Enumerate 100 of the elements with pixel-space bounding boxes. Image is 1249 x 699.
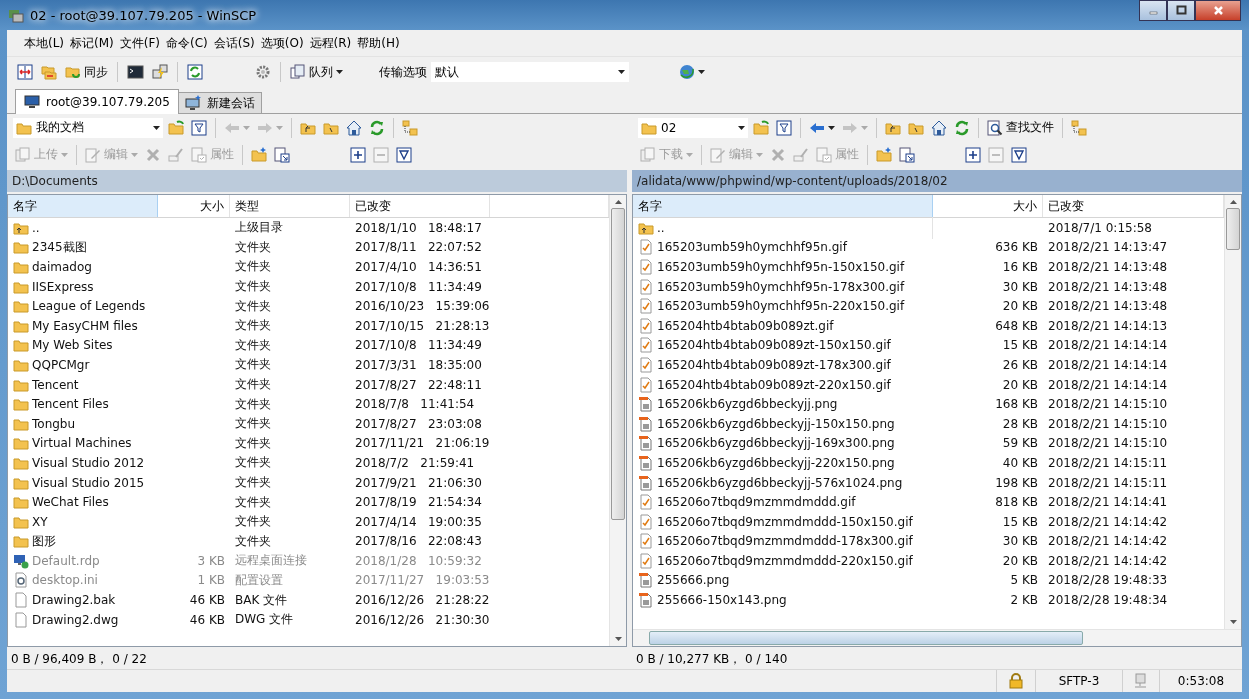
file-name[interactable]: 255666-150x143.png: [657, 593, 787, 608]
scrollbar-thumb[interactable]: [1226, 208, 1240, 250]
file-row[interactable]: 165204htb4btab09b089zt.gif 648 KB 2018/2/21 14:14:13: [633, 315, 1224, 336]
file-name[interactable]: 165203umb59h0ymchhf95n.gif: [657, 240, 847, 255]
vertical-scrollbar[interactable]: [1224, 195, 1241, 629]
file-name[interactable]: Tencent Files: [32, 397, 109, 412]
file-name[interactable]: 2345截图: [32, 238, 87, 256]
file-name[interactable]: QQPCMgr: [32, 357, 90, 372]
transfer-options-dropdown[interactable]: 默认: [431, 62, 629, 82]
file-name[interactable]: Drawing2.dwg: [32, 612, 119, 627]
column-header[interactable]: 类型: [230, 195, 350, 217]
file-row[interactable]: Visual Studio 2015 文件夹 2017/9/21 21:06:30: [8, 472, 609, 493]
menu-item[interactable]: 命令(C): [163, 34, 211, 52]
file-name[interactable]: 165206o7tbqd9mzmmdmddd.gif: [657, 495, 856, 510]
file-row[interactable]: IISExpress 文件夹 2017/10/8 11:34:49: [8, 276, 609, 297]
file-row[interactable]: 165203umb59h0ymchhf95n-150x150.gif 16 KB 2018/2/21 14:13:48: [633, 257, 1224, 277]
file-name[interactable]: IISExpress: [32, 279, 94, 294]
file-name[interactable]: 165204htb4btab09b089zt.gif: [657, 318, 834, 333]
horizontal-scrollbar[interactable]: [633, 629, 1241, 646]
menu-item[interactable]: 远程(R): [306, 34, 355, 52]
tree-button[interactable]: [400, 117, 420, 138]
file-name[interactable]: 165206kb6yzgd6bbeckyjj.png: [657, 397, 838, 412]
column-header[interactable]: 大小: [158, 195, 230, 217]
tree-button[interactable]: [1069, 117, 1089, 138]
file-row[interactable]: daimadog 文件夹 2017/4/10 14:36:51: [8, 257, 609, 277]
file-name[interactable]: 165206kb6yzgd6bbeckyjj-150x150.png: [657, 416, 895, 431]
file-row[interactable]: My EasyCHM files 文件夹 2017/10/15 21:28:13: [8, 315, 609, 336]
menu-item[interactable]: 会话(S): [210, 34, 258, 52]
file-row[interactable]: 165206o7tbqd9mzmmdmddd-178x300.gif 30 KB 2018/2/21 14:14:42: [633, 531, 1224, 552]
file-row[interactable]: Tencent 文件夹 2017/8/27 22:48:11: [8, 374, 609, 395]
file-row[interactable]: 255666.png 5 KB 2018/2/28 19:48:33: [633, 570, 1224, 591]
location-dropdown[interactable]: 我的文档: [13, 117, 163, 138]
shortcut-button[interactable]: [897, 144, 917, 165]
file-name[interactable]: 165206kb6yzgd6bbeckyjj-576x1024.png: [657, 475, 903, 490]
file-name[interactable]: Visual Studio 2015: [32, 475, 145, 490]
file-row[interactable]: 165203umb59h0ymchhf95n-178x300.gif 30 KB 2018/2/21 14:13:48: [633, 276, 1224, 297]
file-row[interactable]: 165206kb6yzgd6bbeckyjj-150x150.png 28 KB 2018/2/21 14:15:10: [633, 413, 1224, 434]
file-name[interactable]: desktop.ini: [32, 573, 98, 588]
file-name[interactable]: My EasyCHM files: [32, 318, 138, 333]
session-tab[interactable]: root@39.107.79.205: [15, 89, 179, 114]
file-row[interactable]: .. 上级目录 2018/1/10 18:48:17: [8, 218, 609, 238]
vertical-scrollbar[interactable]: [609, 195, 626, 646]
file-name[interactable]: Tongbu: [32, 416, 76, 431]
file-name[interactable]: 255666.png: [657, 573, 730, 588]
shortcut-button[interactable]: [272, 144, 292, 165]
file-name[interactable]: Tencent: [32, 377, 79, 392]
file-row[interactable]: QQPCMgr 文件夹 2017/3/31 18:35:00: [8, 355, 609, 375]
find-files-button[interactable]: 查找文件: [985, 117, 1056, 138]
file-name[interactable]: 165203umb59h0ymchhf95n-150x150.gif: [657, 260, 905, 274]
filter-button[interactable]: [189, 117, 209, 138]
refresh-button[interactable]: [185, 62, 205, 82]
file-row[interactable]: Tencent Files 文件夹 2018/7/8 11:41:54: [8, 394, 609, 414]
file-row[interactable]: Drawing2.bak 46 KB BAK 文件 2016/12/26 21:28:22: [8, 590, 609, 610]
file-row[interactable]: 165206kb6yzgd6bbeckyjj.png 168 KB 2018/2/21 14:15:10: [633, 394, 1224, 414]
filter-select-button[interactable]: [394, 144, 414, 165]
column-header[interactable]: 名字: [8, 195, 158, 217]
file-name[interactable]: ..: [32, 220, 40, 235]
file-row[interactable]: Tongbu 文件夹 2017/8/27 23:03:08: [8, 413, 609, 434]
file-name[interactable]: 165206o7tbqd9mzmmdmddd-178x300.gif: [657, 534, 913, 549]
column-header[interactable]: 大小: [933, 195, 1043, 217]
file-name[interactable]: 165204htb4btab09b089zt-178x300.gif: [657, 357, 891, 372]
file-name[interactable]: 图形: [32, 532, 56, 550]
file-row[interactable]: 165206kb6yzgd6bbeckyjj-576x1024.png 198 KB 2018/2/21 14:15:11: [633, 472, 1224, 493]
sync-button[interactable]: 同步: [63, 61, 110, 83]
file-row[interactable]: 165206o7tbqd9mzmmdmddd-150x150.gif 15 KB 2018/2/21 14:14:42: [633, 511, 1224, 532]
close-button[interactable]: [1195, 0, 1241, 21]
session-tab[interactable]: 新建会话: [177, 92, 262, 113]
file-row[interactable]: .. 2018/7/1 0:15:58: [633, 218, 1224, 238]
file-name[interactable]: 165203umb59h0ymchhf95n-220x150.gif: [657, 299, 905, 314]
menu-item[interactable]: 文件(F): [116, 34, 164, 52]
select-button[interactable]: [348, 144, 368, 165]
scrollbar-thumb[interactable]: [649, 631, 1083, 645]
file-row[interactable]: 165203umb59h0ymchhf95n.gif 636 KB 2018/2/21 14:13:47: [633, 237, 1224, 258]
file-row[interactable]: 165206kb6yzgd6bbeckyjj-169x300.png 59 KB 2018/2/21 14:15:10: [633, 433, 1224, 454]
file-row[interactable]: Default.rdp 3 KB 远程桌面连接 2018/1/28 10:59:32: [8, 551, 609, 571]
file-row[interactable]: WeChat Files 文件夹 2017/8/19 21:54:34: [8, 492, 609, 512]
select-button[interactable]: [963, 144, 983, 165]
minimize-button[interactable]: [1139, 0, 1167, 21]
menu-item[interactable]: 标记(M): [67, 34, 117, 52]
filter-select-button[interactable]: [1009, 144, 1029, 165]
maximize-button[interactable]: [1167, 0, 1195, 21]
file-name[interactable]: daimadog: [32, 260, 92, 274]
file-name[interactable]: 165204htb4btab09b089zt-150x150.gif: [657, 338, 891, 353]
file-name[interactable]: Drawing2.bak: [32, 593, 116, 608]
file-row[interactable]: 165206o7tbqd9mzmmdmddd.gif 818 KB 2018/2/21 14:14:41: [633, 492, 1224, 512]
globe-button[interactable]: [677, 62, 707, 82]
menu-item[interactable]: 本地(L): [21, 34, 68, 52]
file-name[interactable]: 165206kb6yzgd6bbeckyjj-169x300.png: [657, 436, 895, 451]
file-row[interactable]: 165204htb4btab09b089zt-178x300.gif 26 KB 2018/2/21 14:14:14: [633, 355, 1224, 375]
menu-item[interactable]: 帮助(H): [354, 34, 403, 52]
file-name[interactable]: Default.rdp: [32, 553, 100, 568]
file-row[interactable]: 165206kb6yzgd6bbeckyjj-220x150.png 40 KB 2018/2/21 14:15:11: [633, 453, 1224, 473]
file-name[interactable]: 165203umb59h0ymchhf95n-178x300.gif: [657, 279, 905, 294]
file-row[interactable]: 2345截图 文件夹 2017/8/11 22:07:52: [8, 237, 609, 258]
column-header[interactable]: 名字: [633, 195, 933, 217]
file-row[interactable]: 165204htb4btab09b089zt-150x150.gif 15 KB 2018/2/21 14:14:14: [633, 335, 1224, 356]
menu-item[interactable]: 选项(O): [257, 34, 307, 52]
file-row[interactable]: Visual Studio 2012 文件夹 2018/7/2 21:59:41: [8, 453, 609, 473]
file-name[interactable]: 165206o7tbqd9mzmmdmddd-220x150.gif: [657, 553, 913, 568]
file-name[interactable]: 165206kb6yzgd6bbeckyjj-220x150.png: [657, 455, 895, 470]
